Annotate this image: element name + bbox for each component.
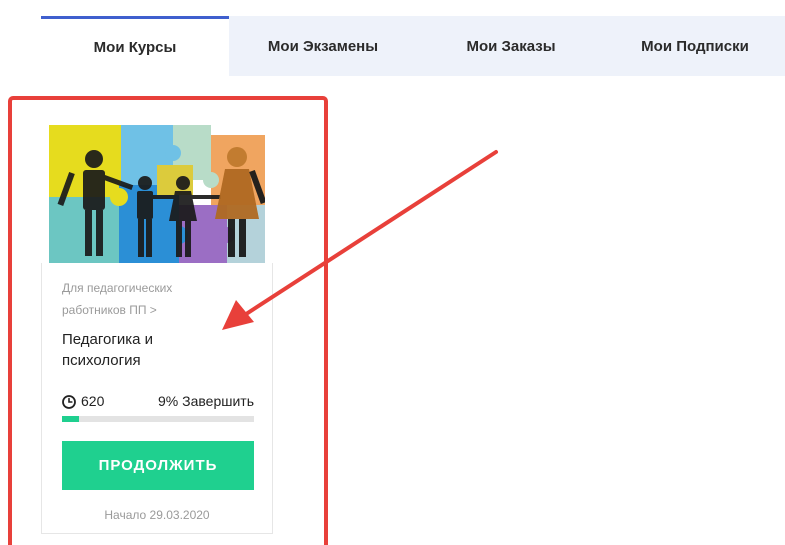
tab-my-exams[interactable]: Мои Экзамены (229, 16, 417, 76)
tabs-bar: Мои Курсы Мои Экзамены Мои Заказы Мои По… (41, 16, 785, 76)
course-progress-text: 9% Завершить (158, 393, 254, 409)
course-progress-bar (62, 416, 254, 422)
course-stats: 620 9% Завершить (62, 392, 254, 412)
course-title[interactable]: Педагогика и психология (62, 329, 232, 371)
course-hours: 620 (81, 393, 105, 409)
course-card[interactable]: Для педагогических работников ПП > Педаг… (41, 125, 273, 535)
clock-icon (62, 395, 76, 409)
course-start-date: Начало 29.03.2020 (104, 508, 210, 522)
course-card-body: Для педагогических работников ПП > Педаг… (41, 263, 273, 534)
course-progress-fill (62, 416, 80, 422)
puzzle-family-image[interactable] (49, 125, 265, 263)
course-category-link[interactable]: Для педагогических работников ПП > (62, 277, 232, 321)
tab-my-courses[interactable]: Мои Курсы (41, 16, 229, 76)
tab-my-orders[interactable]: Мои Заказы (417, 16, 605, 76)
page: Мои Курсы Мои Экзамены Мои Заказы Мои По… (0, 0, 785, 545)
continue-button[interactable]: ПРОДОЛЖИТЬ (62, 441, 254, 490)
tab-my-subscriptions[interactable]: Мои Подписки (605, 16, 785, 76)
